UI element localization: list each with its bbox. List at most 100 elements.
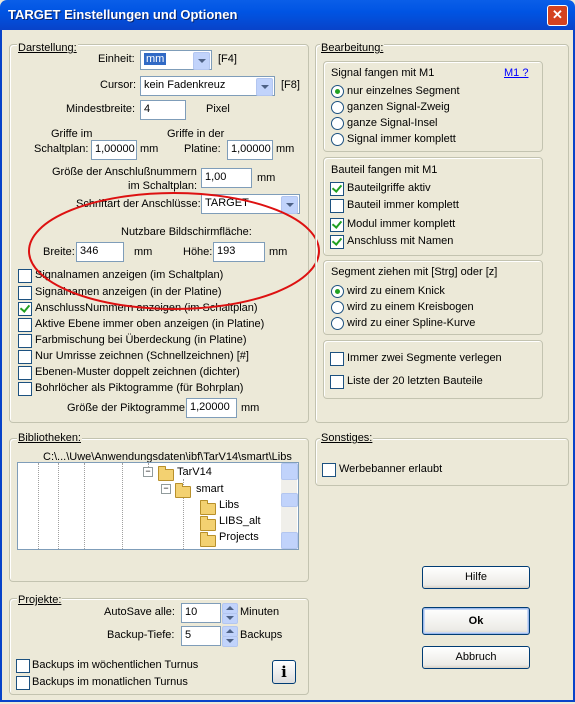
tree-collapse-icon[interactable]: − [161,484,171,494]
checkbox-modul-komplett[interactable] [330,218,344,232]
bibliotheken-label: Bibliotheken: [17,432,82,444]
anschluss-groesse-unit: mm [257,172,276,184]
annotation-ellipse-shape [28,192,320,310]
cursor-value: kein Fadenkreuz [144,79,226,91]
info-button[interactable]: i [272,660,296,684]
radio-label: ganzen Signal-Zweig [347,101,450,113]
einheit-value: mm [144,53,167,65]
radio-einzelnes-segment[interactable] [331,85,344,98]
einheit-label: Einheit: [98,53,135,65]
checkbox-farbmischung[interactable] [18,334,32,348]
chevron-down-icon[interactable] [193,52,210,70]
radio-kreisbogen[interactable] [331,301,344,314]
griffe-schaltplan-unit: mm [140,143,159,155]
library-tree[interactable]: − TarV14 − smart Libs LIBS_alt Projects [17,462,299,550]
folder-icon [200,516,216,531]
help-button-label: Hilfe [464,571,487,583]
radio-label: wird zu einem Kreisbogen [347,301,474,313]
mindestbreite-unit: Pixel [206,103,230,115]
checkbox-liste-bauteile[interactable] [330,375,344,389]
checkbox-aktive-ebene[interactable] [18,318,32,332]
segment-ziehen-title: Segment ziehen mit [Strg] oder [z] [331,266,498,278]
mindestbreite-label: Mindestbreite: [66,103,136,115]
autosave-label: AutoSave alle: [104,606,175,618]
checkbox-bauteilgriffe[interactable] [330,182,344,196]
scroll-down-icon[interactable] [281,532,298,549]
cursor-select[interactable]: kein Fadenkreuz [140,76,275,96]
signal-fangen-title: Signal fangen mit M1 [331,67,435,79]
checkbox-label: Backups im wöchentlichen Turnus [32,659,199,671]
griffe-platine-label-2: Platine: [184,143,221,155]
anschluss-groesse-input[interactable]: 1,00 [201,168,252,188]
checkbox-backup-monatlich[interactable] [16,676,30,690]
griffe-schaltplan-label: Griffe im [51,128,93,140]
darstellung-label: Darstellung: [17,42,78,54]
checkbox-bauteil-komplett[interactable] [330,199,344,213]
checkbox-label: Backups im monatlichen Turnus [32,676,188,688]
checkbox-ebenen-muster[interactable] [18,366,32,380]
radio-label: Signal immer komplett [347,133,456,145]
tree-scrollbar[interactable] [281,463,298,549]
tree-item-libs-alt[interactable]: LIBS_alt [219,515,261,527]
tree-collapse-icon[interactable]: − [143,467,153,477]
checkbox-label: Modul immer komplett [347,218,456,230]
tree-content: − TarV14 − smart Libs LIBS_alt Projects [18,463,280,549]
griffe-schaltplan-label-2: Schaltplan: [34,143,89,155]
close-button[interactable]: ✕ [547,5,568,26]
annotation-ellipse [28,192,320,310]
mindestbreite-input[interactable]: 4 [140,100,186,120]
spin-down-icon[interactable] [222,613,238,624]
griffe-schaltplan-value: 1,00000 [95,143,135,155]
checkbox-label: Anschluss mit Namen [347,235,454,247]
autosave-input[interactable]: 10 [181,603,221,623]
window-title: TARGET Einstellungen und Optionen [8,7,238,22]
scroll-thumb[interactable] [281,493,298,507]
spin-down-icon[interactable] [222,636,238,647]
backup-value: 5 [185,629,192,641]
cancel-button[interactable]: Abbruch [422,646,530,669]
backup-unit: Backups [240,629,283,641]
tree-item-tarv14[interactable]: TarV14 [177,466,212,478]
backup-label: Backup-Tiefe: [107,629,175,641]
griffe-platine-input[interactable]: 1,00000 [227,140,273,160]
cancel-button-label: Abbruch [455,651,497,663]
radio-signal-insel[interactable] [331,117,344,130]
checkbox-nur-umrisse[interactable] [18,350,32,364]
bauteil-fangen-title: Bauteil fangen mit M1 [331,164,438,176]
checkbox-label: Immer zwei Segmente verlegen [347,352,502,364]
backup-spinner[interactable] [222,626,238,647]
help-button[interactable]: Hilfe [422,566,530,589]
einheit-shortcut: [F4] [218,53,237,65]
pikto-unit: mm [241,402,260,414]
m1-help-link[interactable]: M1 ? [504,67,528,79]
tree-item-smart[interactable]: smart [196,483,224,495]
cursor-label: Cursor: [100,79,137,91]
tree-item-libs[interactable]: Libs [219,499,239,511]
checkbox-zwei-segmente[interactable] [330,352,344,366]
radio-signal-zweig[interactable] [331,101,344,114]
autosave-unit: Minuten [240,606,280,618]
tree-line [38,463,40,549]
tree-item-projects[interactable]: Projects [219,531,259,543]
pikto-input[interactable]: 1,20000 [186,398,237,418]
checkbox-label: Ebenen-Muster doppelt zeichnen (dichter) [35,366,240,378]
ok-button-label: Ok [468,615,484,627]
scroll-up-icon[interactable] [281,463,298,480]
backup-input[interactable]: 5 [181,626,221,646]
radio-knick[interactable] [331,285,344,298]
tree-line [58,463,60,549]
checkbox-label: Werbebanner erlaubt [339,463,443,475]
chevron-down-icon[interactable] [256,78,273,96]
checkbox-bohrloecher[interactable] [18,382,32,396]
autosave-spinner[interactable] [222,603,238,624]
einheit-select[interactable]: mm [140,50,212,70]
checkbox-werbebanner[interactable] [322,463,336,477]
griffe-schaltplan-input[interactable]: 1,00000 [91,140,137,160]
checkbox-anschluss-namen[interactable] [330,235,344,249]
radio-spline[interactable] [331,317,344,330]
radio-signal-komplett[interactable] [331,133,344,146]
ok-button[interactable]: Ok [422,607,530,635]
checkbox-backup-woechentlich[interactable] [16,659,30,673]
pikto-value: 1,20000 [190,401,230,413]
anschluss-groesse-value: 1,00 [205,171,227,183]
